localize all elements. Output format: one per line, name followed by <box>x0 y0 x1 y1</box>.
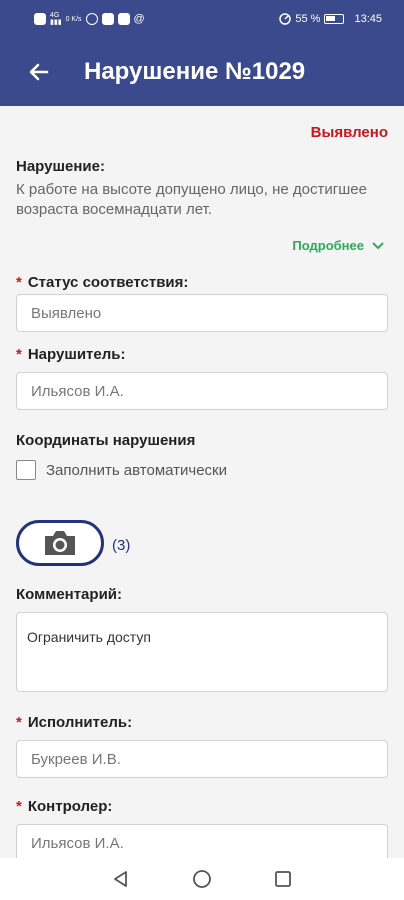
circle-home-icon <box>193 870 211 888</box>
back-button[interactable] <box>16 49 62 95</box>
nav-recents-button[interactable] <box>268 864 298 894</box>
square-recents-icon <box>275 871 292 887</box>
page-title: Нарушение №1029 <box>84 58 306 85</box>
photo-count: (3) <box>112 537 131 554</box>
nav-back-button[interactable] <box>106 864 136 894</box>
compliance-status-heading: * Статус соответствия: <box>16 274 188 291</box>
violator-field[interactable]: Ильясов И.А. <box>16 372 388 410</box>
messenger-icon <box>101 13 114 25</box>
chevron-down-icon <box>372 241 384 249</box>
required-mark: * <box>16 274 22 291</box>
viber-icon <box>85 13 98 25</box>
app-icon <box>117 13 130 25</box>
required-mark: * <box>16 346 22 363</box>
compliance-status-label: Статус соответствия: <box>27 274 189 291</box>
nav-home-button[interactable] <box>187 864 217 894</box>
system-nav-bar <box>0 858 404 900</box>
data-rate-text: 0 K/s <box>65 15 82 23</box>
triangle-back-icon <box>113 871 127 887</box>
arrow-left-icon <box>29 63 49 81</box>
executor-field[interactable]: Букреев И.В. <box>16 740 388 778</box>
comment-label: Комментарий: <box>16 586 123 603</box>
violation-description: К работе на высоте допущено лицо, не дос… <box>16 181 367 218</box>
nfc-icon <box>34 13 46 25</box>
comment-textarea[interactable]: Ограничить доступ <box>16 612 388 692</box>
auto-fill-label: Заполнить автоматически <box>46 461 228 479</box>
more-details-link[interactable]: Подробнее <box>292 238 384 253</box>
battery-icon <box>324 14 345 24</box>
violation-form[interactable]: Выявлено Нарушение: К работе на высоте д… <box>0 106 404 858</box>
auto-fill-checkbox[interactable] <box>16 460 36 480</box>
required-mark: * <box>16 714 22 731</box>
app-bar: Нарушение №1029 <box>0 38 404 106</box>
coordinates-label: Координаты нарушения <box>16 432 196 449</box>
at-icon: @ <box>133 13 145 25</box>
required-mark: * <box>16 798 22 815</box>
violator-label: Нарушитель: <box>27 346 126 363</box>
status-badge: Выявлено <box>310 124 388 141</box>
auto-fill-row[interactable]: Заполнить автоматически <box>16 460 227 480</box>
controller-heading: * Контролер: <box>16 798 112 815</box>
executor-heading: * Исполнитель: <box>16 714 132 731</box>
camera-icon <box>45 531 75 555</box>
speed-icon <box>279 13 292 25</box>
clock: 13:45 <box>354 13 382 25</box>
status-bar-right: 55 % 13:45 <box>279 13 382 25</box>
status-bar: 4G ▮▮▮ 0 K/s @ 55 % 13:45 <box>0 0 404 38</box>
controller-field[interactable]: Ильясов И.А. <box>16 824 388 858</box>
compliance-status-field[interactable]: Выявлено <box>16 294 388 332</box>
battery-percent: 55 % <box>295 13 321 25</box>
violator-heading: * Нарушитель: <box>16 346 125 363</box>
signal-4g-icon: 4G ▮▮▮ <box>50 12 62 26</box>
more-details-label: Подробнее <box>292 238 364 253</box>
status-bar-left: 4G ▮▮▮ 0 K/s @ <box>34 12 145 26</box>
executor-label: Исполнитель: <box>27 714 133 731</box>
camera-button[interactable] <box>16 520 104 566</box>
controller-label: Контролер: <box>27 798 113 815</box>
violation-label: Нарушение: <box>16 158 105 175</box>
